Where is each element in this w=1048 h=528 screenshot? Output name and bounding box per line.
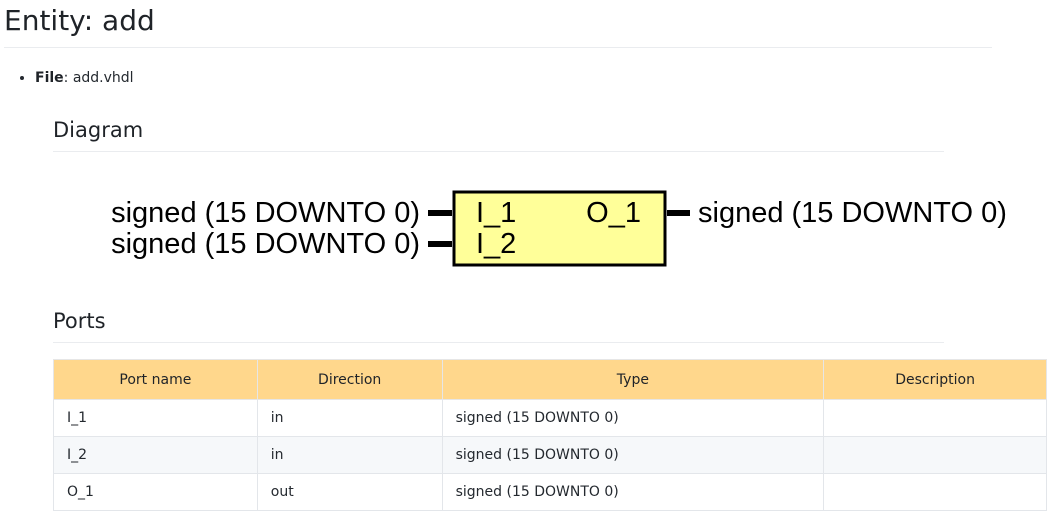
input-pin-2 [428, 241, 452, 247]
file-info-list: File: add.vhdl [0, 66, 134, 90]
file-label: File [35, 70, 64, 86]
file-value: add.vhdl [72, 70, 134, 86]
direction-cell: in [256, 399, 443, 437]
type-cell: signed (15 DOWNTO 0) [441, 399, 825, 437]
file-info-item: File: add.vhdl [35, 66, 134, 90]
direction-cell: in [256, 436, 443, 474]
output-type-1: signed (15 DOWNTO 0) [698, 197, 1007, 229]
description-cell [823, 399, 1047, 437]
type-cell: signed (15 DOWNTO 0) [441, 473, 825, 511]
input-type-1: signed (15 DOWNTO 0) [111, 197, 420, 229]
table-row: O_1 out signed (15 DOWNTO 0) [53, 473, 1047, 511]
column-header-description: Description [823, 359, 1047, 400]
ports-table: Port name Direction Type Description I_1… [53, 359, 1047, 511]
output-pin-1 [667, 210, 690, 216]
direction-cell: out [256, 473, 443, 511]
page-title: Entity: add [4, 0, 992, 48]
table-row: I_2 in signed (15 DOWNTO 0) [53, 436, 1047, 474]
port-name-cell: I_2 [53, 436, 258, 474]
page: Entity: add File: add.vhdl Diagram signe… [0, 0, 1048, 528]
output-port-name-1: O_1 [586, 197, 641, 229]
diagram-heading: Diagram [53, 114, 944, 152]
input-port-name-2: I_2 [476, 228, 516, 260]
ports-heading: Ports [53, 305, 944, 343]
column-header-type: Type [441, 359, 825, 400]
entity-diagram: signed (15 DOWNTO 0) signed (15 DOWNTO 0… [0, 160, 1048, 280]
ports-table-header-row: Port name Direction Type Description [53, 359, 1047, 400]
table-row: I_1 in signed (15 DOWNTO 0) [53, 399, 1047, 437]
column-header-port-name: Port name [53, 359, 258, 400]
input-port-name-1: I_1 [476, 197, 516, 229]
type-cell: signed (15 DOWNTO 0) [441, 436, 825, 474]
port-name-cell: I_1 [53, 399, 258, 437]
port-name-cell: O_1 [53, 473, 258, 511]
description-cell [823, 473, 1047, 511]
description-cell [823, 436, 1047, 474]
input-pin-1 [428, 210, 452, 216]
column-header-direction: Direction [256, 359, 443, 400]
entity-diagram-svg: signed (15 DOWNTO 0) signed (15 DOWNTO 0… [111, 190, 1007, 267]
input-type-2: signed (15 DOWNTO 0) [111, 228, 420, 260]
